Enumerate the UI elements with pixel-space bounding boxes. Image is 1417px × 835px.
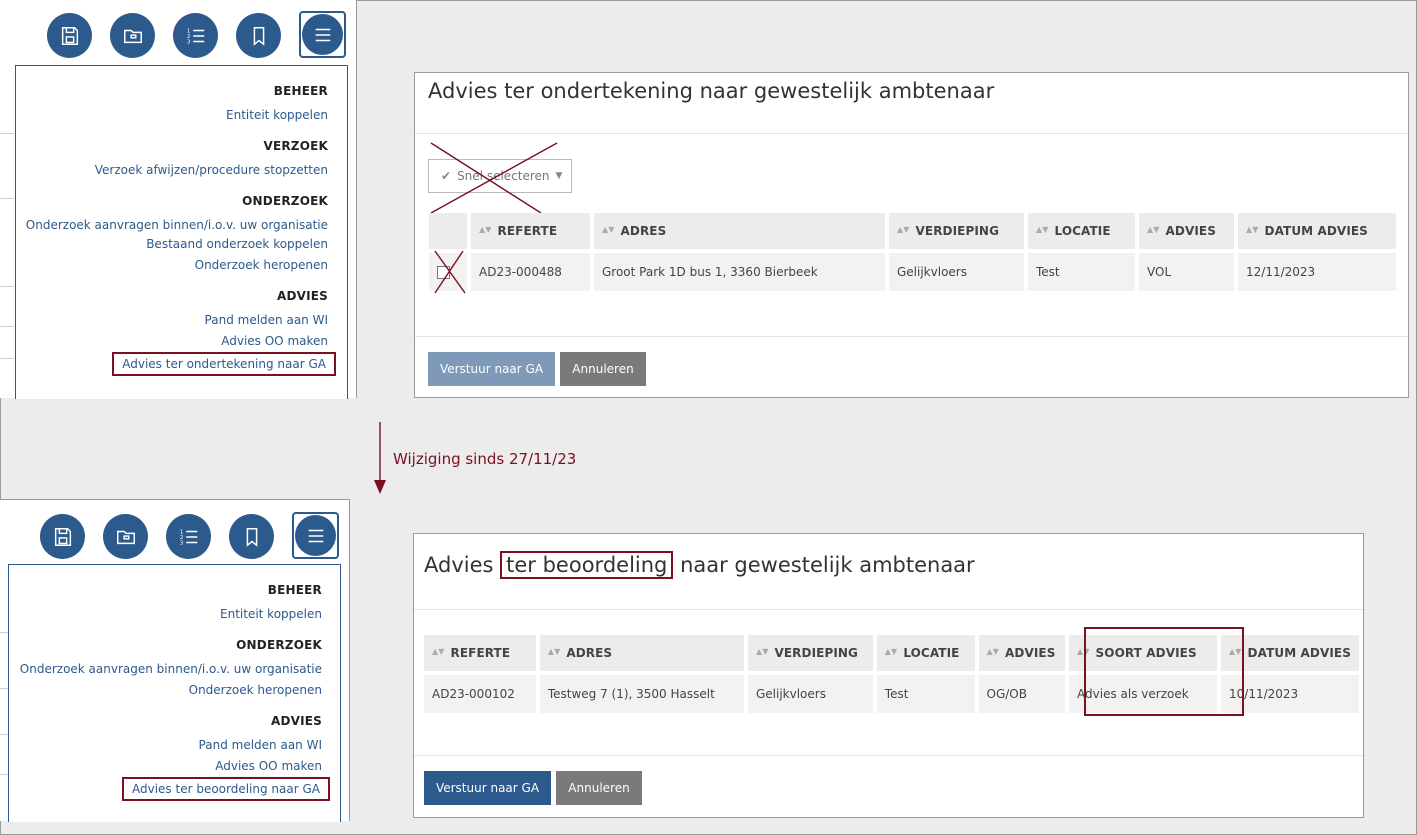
send-to-ga-button[interactable]: Verstuur naar GA: [424, 771, 551, 805]
section-advies: ADVIES: [276, 289, 328, 303]
row-checkbox-cell: [429, 253, 467, 291]
cell-referte: AD23-000488: [471, 253, 590, 291]
save-icon: [61, 26, 78, 45]
dialog-old: Advies ter ondertekening naar gewestelij…: [414, 72, 1409, 398]
title-part-1: Advies: [424, 553, 494, 577]
menu-item-advies-oo[interactable]: Advies OO maken: [16, 331, 328, 352]
section-onderzoek: ONDERZOEK: [242, 194, 328, 208]
col-verdieping[interactable]: ▲▼ VERDIEPING: [747, 635, 873, 671]
bookmark-button[interactable]: [229, 514, 274, 559]
folder-icon: [123, 29, 142, 43]
cell-referte: AD23-000102: [424, 675, 536, 713]
section-onderzoek: ONDERZOEK: [236, 638, 322, 652]
quick-select-label: Snel selecteren: [457, 169, 550, 183]
table-row[interactable]: AD23-000488 Groot Park 1D bus 1, 3360 Bi…: [429, 253, 1396, 291]
save-button[interactable]: [47, 13, 92, 58]
menu-item-advies-beoordeling[interactable]: Advies ter beoordeling naar GA: [121, 777, 330, 801]
cell-adres: Testweg 7 (1), 3500 Hasselt: [539, 675, 744, 713]
menu-item-onderzoek-aanvragen[interactable]: Onderzoek aanvragen binnen/i.o.v. uw org…: [16, 215, 328, 236]
title-highlight: ter beoordeling: [500, 551, 674, 579]
row-checkbox[interactable]: [437, 266, 450, 279]
actions-dropdown: BEHEER Entiteit koppelen ONDERZOEK Onder…: [8, 564, 341, 822]
menu-item-advies-oo[interactable]: Advies OO maken: [9, 756, 322, 777]
folder-icon: [116, 530, 135, 544]
col-locatie[interactable]: ▲▼ LOCATIE: [876, 635, 975, 671]
col-advies[interactable]: ▲▼ ADVIES: [1139, 213, 1234, 249]
cancel-button[interactable]: Annuleren: [560, 352, 646, 386]
dialog-new: Advies ter beoordeling naar gewestelijk …: [413, 533, 1364, 818]
cell-advies: OG/OB: [978, 675, 1066, 713]
numbered-list-icon: 123: [179, 529, 197, 546]
save-icon: [54, 527, 71, 546]
menu-panel-old: 123 BEHEER Entiteit koppelen VERZOEK Ver…: [0, 0, 357, 399]
dialog-title: Advies ter beoordeling naar gewestelijk …: [424, 551, 975, 579]
bookmark-icon: [253, 26, 264, 46]
menu-button-active[interactable]: [292, 512, 339, 559]
numbered-list-icon: 123: [186, 28, 204, 45]
quick-select-button[interactable]: ✔ Snel selecteren ▼: [428, 159, 572, 193]
numbered-list-button[interactable]: 123: [166, 514, 211, 559]
section-advies: ADVIES: [270, 714, 322, 728]
cell-locatie: Test: [1028, 253, 1135, 291]
arrow-down-icon: [374, 422, 386, 494]
toolbar: 123: [47, 11, 346, 58]
cell-adres: Groot Park 1D bus 1, 3360 Bierbeek: [594, 253, 885, 291]
menu-item-onderzoek-heropenen[interactable]: Onderzoek heropenen: [9, 680, 322, 701]
cancel-button[interactable]: Annuleren: [556, 771, 642, 805]
section-beheer: BEHEER: [267, 583, 322, 597]
menu-item-onderzoek-heropenen[interactable]: Onderzoek heropenen: [16, 255, 328, 276]
menu-button-active[interactable]: [299, 11, 346, 58]
caret-down-icon: ▼: [555, 171, 563, 181]
section-beheer: BEHEER: [273, 84, 328, 98]
col-adres[interactable]: ▲▼ ADRES: [539, 635, 744, 671]
svg-text:3: 3: [186, 39, 190, 45]
cell-verdieping: Gelijkvloers: [889, 253, 1024, 291]
select-column: [429, 213, 467, 249]
change-annotation: Wijziging sinds 27/11/23: [393, 450, 577, 468]
folder-button[interactable]: [103, 514, 148, 559]
col-referte[interactable]: ▲▼ REFERTE: [471, 213, 590, 249]
menu-item-advies-ondertekening[interactable]: Advies ter ondertekening naar GA: [112, 352, 336, 376]
title-part-2: naar gewestelijk ambtenaar: [680, 553, 975, 577]
toolbar: 123: [40, 512, 339, 559]
bookmark-button[interactable]: [236, 13, 281, 58]
bookmark-icon: [246, 527, 257, 547]
col-referte[interactable]: ▲▼ REFERTE: [424, 635, 536, 671]
cell-locatie: Test: [876, 675, 975, 713]
col-datum-advies[interactable]: ▲▼ DATUM ADVIES: [1238, 213, 1396, 249]
col-verdieping[interactable]: ▲▼ VERDIEPING: [889, 213, 1024, 249]
col-adres[interactable]: ▲▼ ADRES: [594, 213, 885, 249]
menu-item-pand-melden[interactable]: Pand melden aan WI: [16, 310, 328, 331]
check-icon: ✔: [441, 169, 452, 183]
section-verzoek: VERZOEK: [263, 139, 328, 153]
send-to-ga-button[interactable]: Verstuur naar GA: [428, 352, 555, 386]
menu-icon: [315, 28, 330, 41]
menu-panel-new: 123 BEHEER Entiteit koppelen ONDERZOEK O…: [0, 499, 350, 822]
menu-item-entiteit-koppelen[interactable]: Entiteit koppelen: [9, 604, 322, 625]
menu-item-bestaand-onderzoek[interactable]: Bestaand onderzoek koppelen: [16, 234, 328, 255]
cell-advies: VOL: [1139, 253, 1234, 291]
folder-button[interactable]: [110, 13, 155, 58]
cell-verdieping: Gelijkvloers: [747, 675, 873, 713]
menu-item-onderzoek-aanvragen[interactable]: Onderzoek aanvragen binnen/i.o.v. uw org…: [9, 659, 322, 680]
menu-button[interactable]: [302, 14, 343, 55]
menu-button[interactable]: [295, 515, 336, 556]
col-advies[interactable]: ▲▼ ADVIES: [978, 635, 1066, 671]
results-table: ▲▼ REFERTE ▲▼ ADRES ▲▼ VERDIEPING ▲▼ LOCATIE…: [425, 213, 1400, 291]
menu-item-verzoek-afwijzen[interactable]: Verzoek afwijzen/procedure stopzetten: [16, 160, 328, 181]
save-button[interactable]: [40, 514, 85, 559]
numbered-list-button[interactable]: 123: [173, 13, 218, 58]
cell-datum-advies: 12/11/2023: [1238, 253, 1396, 291]
col-locatie[interactable]: ▲▼ LOCATIE: [1028, 213, 1135, 249]
menu-item-entiteit-koppelen[interactable]: Entiteit koppelen: [16, 105, 328, 126]
menu-icon: [308, 529, 323, 542]
dialog-title: Advies ter ondertekening naar gewestelij…: [428, 79, 995, 103]
actions-dropdown: BEHEER Entiteit koppelen VERZOEK Verzoek…: [15, 65, 348, 399]
soort-advies-highlight: [1084, 627, 1244, 716]
menu-item-pand-melden[interactable]: Pand melden aan WI: [9, 735, 322, 756]
svg-text:3: 3: [179, 540, 183, 546]
